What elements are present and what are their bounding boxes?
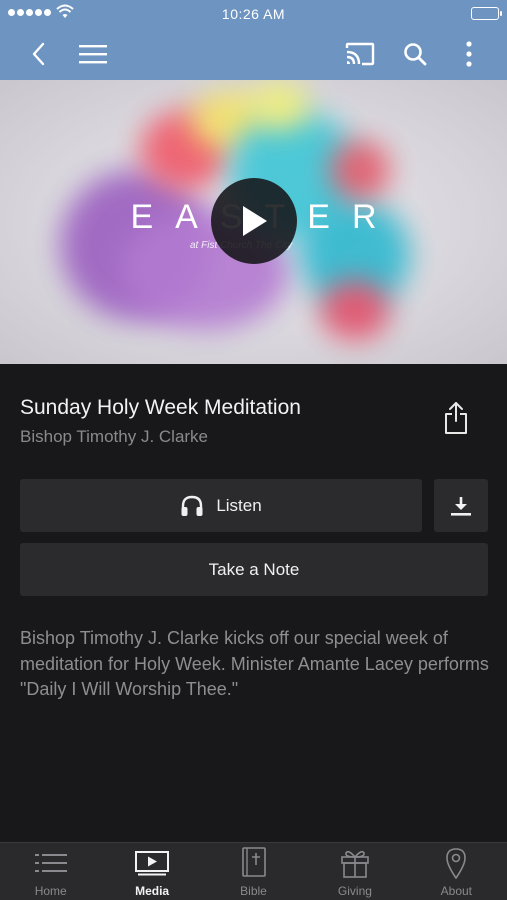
tab-giving-label: Giving <box>337 884 372 898</box>
take-note-label: Take a Note <box>208 559 300 579</box>
take-note-button[interactable]: Take a Note <box>20 543 488 596</box>
listen-label: Listen <box>216 495 262 515</box>
download-icon <box>451 496 471 516</box>
search-icon <box>404 43 427 66</box>
listen-button[interactable]: Listen <box>20 479 422 532</box>
tab-home[interactable]: Home <box>0 843 101 900</box>
download-button[interactable] <box>434 479 488 532</box>
tab-about-label: About <box>440 884 472 898</box>
tab-bible-label: Bible <box>240 884 267 898</box>
tab-about[interactable]: About <box>406 843 507 900</box>
battery-icon <box>471 7 502 20</box>
media-detail: Sunday Holy Week Meditation Bishop Timot… <box>0 364 507 842</box>
media-speaker: Bishop Timothy J. Clarke <box>20 427 209 446</box>
gift-icon <box>341 850 369 878</box>
tab-media-label: Media <box>135 884 170 898</box>
cast-button[interactable] <box>342 36 378 72</box>
share-icon <box>445 402 467 434</box>
tab-giving[interactable]: Giving <box>304 843 405 900</box>
tab-home-label: Home <box>34 884 67 898</box>
cast-icon <box>345 42 375 66</box>
media-description: Bishop Timothy J. Clarke kicks off our s… <box>20 628 489 699</box>
tab-media[interactable]: Media <box>101 843 202 900</box>
play-icon <box>243 206 267 236</box>
status-bar: 10:26 AM <box>0 0 507 28</box>
top-nav-bar <box>0 28 507 80</box>
menu-button[interactable] <box>75 36 111 72</box>
search-button[interactable] <box>397 36 433 72</box>
list-icon <box>34 854 67 872</box>
tab-bible[interactable]: Bible <box>203 843 304 900</box>
more-options-button[interactable] <box>451 36 487 72</box>
menu-icon <box>79 45 107 64</box>
bottom-tab-bar: Home Media Bible Giving About <box>0 842 507 900</box>
share-button[interactable] <box>438 398 474 438</box>
back-icon <box>32 42 45 66</box>
headphones-icon <box>181 495 203 516</box>
sermon-artwork: EASTER at Fist Church The City <box>0 80 507 364</box>
back-button[interactable] <box>20 36 56 72</box>
status-time: 10:26 AM <box>221 6 286 22</box>
location-pin-icon <box>446 848 467 879</box>
media-play-icon <box>135 851 170 876</box>
play-button[interactable] <box>211 178 297 264</box>
bible-icon <box>241 847 266 877</box>
more-vertical-icon <box>466 41 472 67</box>
media-title: Sunday Holy Week Meditation <box>20 396 301 419</box>
